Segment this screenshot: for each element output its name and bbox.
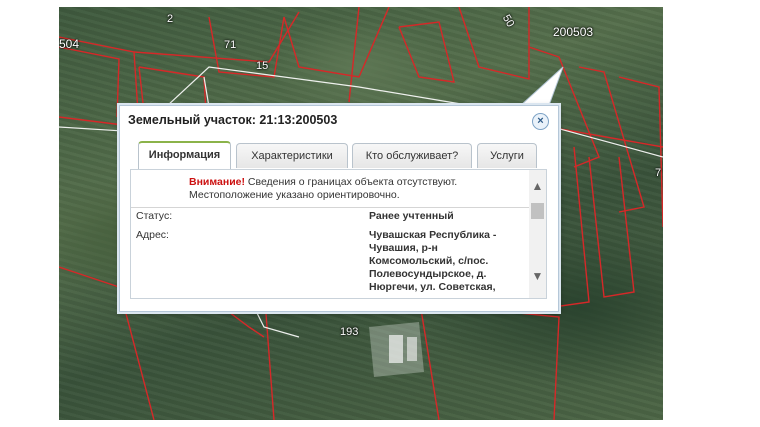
boundary-warning: Внимание! Сведения о границах объекта от… (189, 176, 519, 202)
address-label: Адрес: (136, 229, 169, 241)
plot-number-label: 7 (655, 167, 662, 179)
plot-number-label: 200503 (553, 25, 594, 39)
popup-title: Земельный участок: 21:13:200503 (128, 113, 366, 127)
address-value: Чувашская Республика - Чувашия, р-н Комс… (369, 229, 497, 293)
tab-who-serves[interactable]: Кто обслуживает? (352, 143, 472, 168)
tab-characteristics[interactable]: Характеристики (236, 143, 348, 168)
divider (131, 207, 529, 208)
scroll-down-icon[interactable]: ▼ (529, 268, 546, 284)
warning-prefix: Внимание! (189, 176, 245, 188)
info-content[interactable]: Внимание! Сведения о границах объекта от… (130, 169, 547, 299)
tab-information[interactable]: Информация (138, 141, 231, 169)
close-icon[interactable]: × (532, 113, 549, 130)
scroll-thumb[interactable] (531, 203, 544, 219)
scroll-up-icon[interactable]: ▲ (529, 178, 546, 194)
plot-number-label: 504 (59, 37, 80, 51)
plot-number-label: 15 (256, 60, 269, 72)
scrollbar[interactable]: ▲ ▼ (529, 170, 546, 298)
plot-number-label: 193 (340, 326, 359, 338)
plot-number-label: 2 (167, 13, 174, 25)
tab-services[interactable]: Услуги (477, 143, 537, 168)
plot-number-label: 71 (224, 39, 237, 51)
status-value: Ранее учтенный (369, 210, 454, 222)
info-popup: Земельный участок: 21:13:200503 × Информ… (119, 105, 559, 312)
status-label: Статус: (136, 210, 173, 222)
